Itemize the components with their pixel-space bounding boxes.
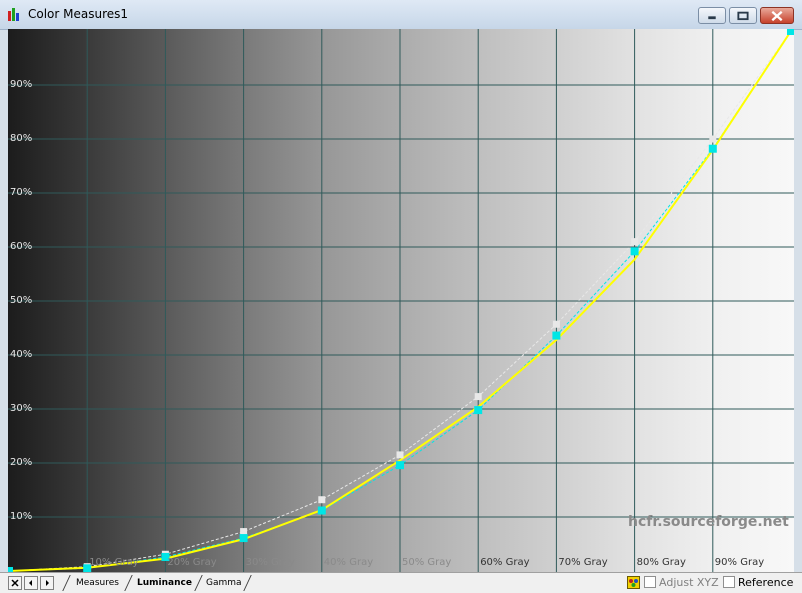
- x-tick-label: 80% Gray: [636, 557, 686, 568]
- maximize-button[interactable]: [729, 7, 757, 24]
- tab-close-button[interactable]: [8, 576, 22, 590]
- y-tick-label: 70%: [10, 187, 33, 198]
- y-tick-label: 20%: [10, 457, 33, 468]
- x-tick-label: 90% Gray: [714, 557, 765, 568]
- x-tick-label: 40% Gray: [323, 557, 374, 568]
- data-point-1: [239, 534, 248, 543]
- data-point-2: [396, 451, 404, 459]
- x-tick-label: 60% Gray: [480, 557, 530, 568]
- x-tick-label: 20% Gray: [167, 557, 217, 568]
- tab-separator: [194, 575, 203, 591]
- close-button[interactable]: [760, 7, 794, 24]
- minimize-button[interactable]: [698, 7, 726, 24]
- tab-first-button[interactable]: [24, 576, 38, 590]
- reference-label: Reference: [738, 576, 794, 589]
- title-bar: Color Measures1: [0, 0, 802, 30]
- y-tick-label: 50%: [10, 295, 33, 306]
- tab-measures[interactable]: Measures: [76, 575, 119, 591]
- data-point-1: [708, 144, 717, 153]
- x-tick-label: 30% Gray: [245, 557, 295, 568]
- tab-separator: [62, 575, 71, 591]
- y-tick-label: 40%: [10, 349, 33, 360]
- data-point-2: [552, 320, 560, 328]
- data-point-1: [317, 506, 326, 515]
- window-title: Color Measures1: [28, 7, 129, 21]
- adjust-xyz-checkbox[interactable]: [644, 576, 656, 588]
- data-point-1: [396, 461, 404, 470]
- y-tick-label: 90%: [10, 79, 33, 90]
- data-point-1: [630, 247, 639, 256]
- data-point-1: [787, 29, 794, 35]
- adjust-xyz-label: Adjust XYZ: [659, 576, 719, 589]
- chevron-right-icon: [46, 580, 49, 586]
- data-point-1: [474, 406, 483, 415]
- x-tick-label: 10% Gray: [89, 557, 139, 568]
- x-tick-label: 50% Gray: [402, 557, 452, 568]
- app-icon: [8, 8, 19, 21]
- data-point-2: [631, 238, 639, 246]
- data-point-1: [552, 331, 561, 340]
- data-point-2: [709, 135, 717, 143]
- maximize-icon: [737, 11, 749, 21]
- status-bar: Measures Luminance Gamma Adjust XYZ Refe…: [0, 572, 802, 593]
- data-point-2: [474, 393, 482, 401]
- y-tick-label: 80%: [10, 133, 33, 144]
- x-tick-label: 70% Gray: [558, 557, 608, 568]
- y-tick-label: 10%: [10, 511, 33, 522]
- data-point-2: [318, 496, 326, 504]
- palette-icon[interactable]: [627, 576, 640, 589]
- y-tick-label: 60%: [10, 241, 33, 252]
- close-icon: [11, 579, 19, 587]
- tab-gamma[interactable]: Gamma: [206, 575, 242, 591]
- data-point-2: [240, 528, 248, 536]
- chevron-left-icon: [29, 580, 32, 586]
- tab-luminance[interactable]: Luminance: [137, 575, 192, 591]
- luminance-chart: 10% 20% 30% 40% 50% 60% 70% 80% 90% 10% Gray 20% …: [8, 29, 794, 572]
- minimize-icon: [708, 16, 716, 20]
- tab-separator: [124, 575, 133, 591]
- chart-canvas: [8, 29, 794, 572]
- tab-next-button[interactable]: [40, 576, 54, 590]
- reference-checkbox[interactable]: [723, 576, 735, 588]
- close-icon: [771, 10, 783, 22]
- y-tick-label: 30%: [10, 403, 33, 414]
- watermark: hcfr.sourceforge.net: [628, 514, 789, 530]
- tab-separator: [243, 575, 252, 591]
